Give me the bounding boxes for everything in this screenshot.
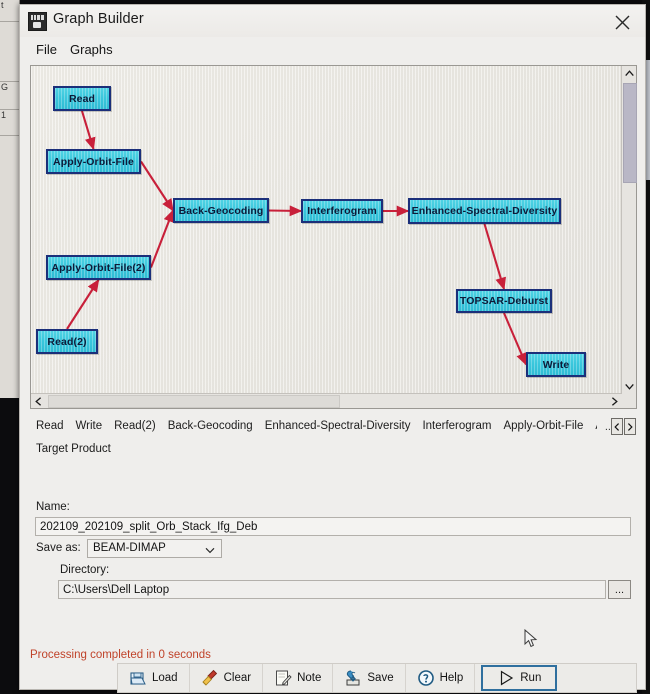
save-as-select[interactable]: BEAM-DIMAP xyxy=(87,539,222,558)
load-button-label: Load xyxy=(152,672,178,684)
canvas-horizontal-scrollbar[interactable] xyxy=(31,393,622,408)
scroll-left-icon[interactable] xyxy=(31,394,46,408)
canvas-vertical-scrollbar[interactable] xyxy=(621,66,637,394)
tab-read[interactable]: Read xyxy=(30,415,70,436)
tab-interferogram[interactable]: Interferogram xyxy=(416,415,497,436)
save-as-value: BEAM-DIMAP xyxy=(93,542,166,554)
graph-edge-esd-to-topsar xyxy=(483,223,506,291)
title-bar: Graph Builder xyxy=(20,5,645,37)
background-fragment-row xyxy=(0,136,19,398)
graph-canvas-container: Read Apply-Orbit-File Back-Geocoding Interf… xyxy=(30,65,637,409)
scroll-up-icon[interactable] xyxy=(622,66,636,81)
close-icon[interactable] xyxy=(605,9,639,35)
clear-button-label: Clear xyxy=(223,672,252,684)
tab-enhanced-spectral-diversity[interactable]: Enhanced-Spectral-Diversity xyxy=(259,415,417,436)
menu-bar: File Graphs xyxy=(20,37,645,63)
graph-edge-back_geo-to-interferogram xyxy=(268,205,303,217)
tab-scroll-right-button[interactable] xyxy=(624,418,636,435)
note-button[interactable]: Note xyxy=(263,664,334,692)
canvas-vertical-scroll-thumb[interactable] xyxy=(623,83,637,183)
graph-node-back_geo[interactable]: Back-Geocoding xyxy=(173,198,269,223)
background-fragment-row xyxy=(0,22,19,82)
load-folder-icon xyxy=(129,669,147,687)
graph-node-apply_orbit[interactable]: Apply-Orbit-File xyxy=(46,149,141,174)
name-label: Name: xyxy=(36,501,70,513)
graph-node-read2[interactable]: Read(2) xyxy=(36,329,98,354)
clear-button[interactable]: Clear xyxy=(190,664,264,692)
graph-node-interferogram[interactable]: Interferogram xyxy=(301,199,383,223)
canvas-horizontal-scroll-thumb[interactable] xyxy=(48,395,340,408)
save-button-label: Save xyxy=(367,672,394,684)
tab-scroll-left-button[interactable] xyxy=(611,418,623,435)
run-button-label: Run xyxy=(520,672,542,684)
scroll-down-icon[interactable] xyxy=(622,379,636,394)
graph-node-read[interactable]: Read xyxy=(53,86,111,111)
operator-tab-bar: Read Write Read(2) Back-Geocoding Enhanced-S… xyxy=(30,415,637,441)
chevron-down-icon xyxy=(205,545,215,557)
tab-apply-orbit-file[interactable]: Apply-Orbit-File xyxy=(497,415,589,436)
graph-edges xyxy=(66,110,527,366)
background-window-left-strip: t G 1 xyxy=(0,0,20,398)
graph-edge-apply_orbit-to-back_geo xyxy=(140,160,174,212)
background-fragment-row: G xyxy=(0,82,19,110)
graph-edge-topsar-to-write xyxy=(503,312,527,366)
background-fragment-row: 1 xyxy=(0,110,19,136)
scroll-right-icon[interactable] xyxy=(607,394,622,408)
tab-read-2-[interactable]: Read(2) xyxy=(108,415,162,436)
graph-node-apply_orbit2[interactable]: Apply-Orbit-File(2) xyxy=(46,255,151,280)
play-triangle-icon xyxy=(497,669,515,687)
graph-node-write[interactable]: Write xyxy=(526,352,586,377)
graph-edge-read-to-apply_orbit xyxy=(80,110,96,151)
graph-builder-window: Graph Builder File Graphs Read Apply-Orbi… xyxy=(19,4,646,693)
action-button-bar: Load Clear Note Save Help Run xyxy=(117,663,637,693)
directory-input[interactable]: C:\Users\Dell Laptop xyxy=(58,580,606,599)
graph-canvas[interactable]: Read Apply-Orbit-File Back-Geocoding Interf… xyxy=(31,66,622,394)
save-button[interactable]: Save xyxy=(333,664,406,692)
tab-back-geocoding[interactable]: Back-Geocoding xyxy=(162,415,259,436)
broom-icon xyxy=(201,669,219,687)
graph-builder-icon xyxy=(28,12,47,31)
operator-tabs: Read Write Read(2) Back-Geocoding Enhanced-S… xyxy=(30,415,597,441)
directory-browse-button[interactable]: ... xyxy=(608,580,631,599)
window-title: Graph Builder xyxy=(53,11,144,27)
save-as-label: Save as: xyxy=(36,542,81,554)
target-product-panel: Target Product Name: 202109_202109_split… xyxy=(30,439,637,639)
load-button[interactable]: Load xyxy=(118,664,190,692)
tab-apply-orbit-file-2-[interactable]: Apply-Orbit-File(2) xyxy=(589,415,597,436)
scrollbar-corner xyxy=(622,394,636,408)
background-fragment-row: t xyxy=(0,0,19,22)
menu-graphs[interactable]: Graphs xyxy=(64,39,119,60)
graph-edge-read2-to-apply_orbit2 xyxy=(66,278,100,330)
run-button[interactable]: Run xyxy=(481,665,558,691)
help-circle-icon xyxy=(417,669,435,687)
target-product-heading: Target Product xyxy=(36,443,111,455)
status-message: Processing completed in 0 seconds xyxy=(30,649,211,661)
graph-node-topsar[interactable]: TOPSAR-Deburst xyxy=(456,289,552,313)
tab-write[interactable]: Write xyxy=(70,415,109,436)
menu-file[interactable]: File xyxy=(30,39,63,60)
save-disk-icon xyxy=(344,669,362,687)
name-input[interactable]: 202109_202109_split_Orb_Stack_Ifg_Deb xyxy=(35,517,631,536)
directory-label: Directory: xyxy=(60,564,110,576)
help-button[interactable]: Help xyxy=(406,664,476,692)
graph-edge-apply_orbit2-to-back_geo xyxy=(150,209,175,268)
graph-node-esd[interactable]: Enhanced-Spectral-Diversity xyxy=(408,198,561,224)
note-button-label: Note xyxy=(297,672,322,684)
note-pencil-icon xyxy=(274,669,292,687)
help-button-label: Help xyxy=(439,672,464,684)
